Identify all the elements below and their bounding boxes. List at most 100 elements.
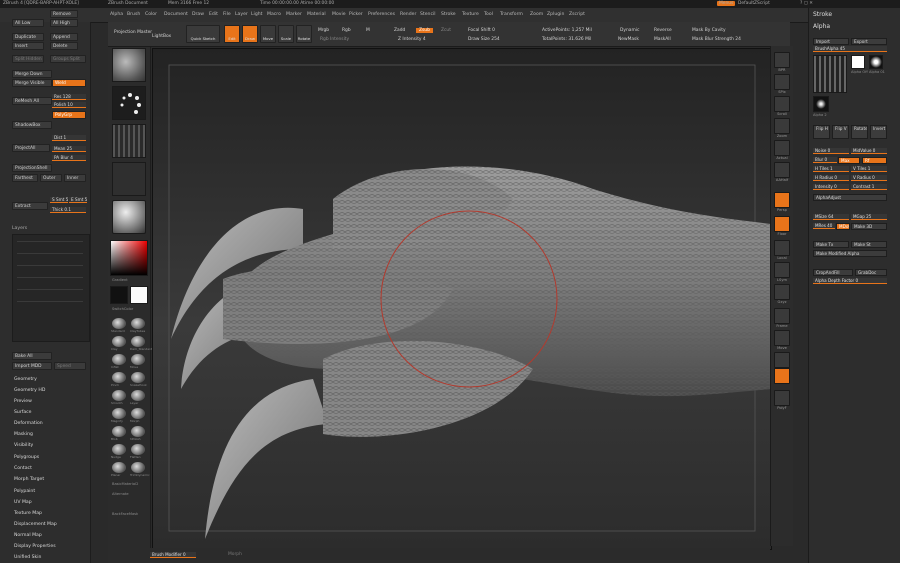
lightbox-button[interactable]: LightBox bbox=[152, 34, 171, 39]
lsym-button[interactable] bbox=[774, 262, 790, 278]
texture-thumbnail[interactable] bbox=[112, 162, 146, 196]
midvalue-slider[interactable]: MidValue 0 bbox=[851, 148, 887, 154]
h-tiles-slider[interactable]: H Tiles 1 bbox=[813, 166, 849, 172]
move-button[interactable]: Move bbox=[260, 25, 276, 43]
all-high-button[interactable]: All High bbox=[50, 19, 78, 27]
floor-button[interactable] bbox=[774, 216, 790, 232]
menu-file[interactable]: File bbox=[223, 12, 231, 17]
menu-transform[interactable]: Transform bbox=[500, 12, 523, 17]
menu-alpha[interactable]: Alpha bbox=[110, 12, 123, 17]
zadd-button[interactable]: Zadd bbox=[394, 28, 405, 33]
menu-draw[interactable]: Draw bbox=[192, 12, 204, 17]
menu-movie[interactable]: Movie bbox=[332, 12, 346, 17]
dynamic-button[interactable]: Dynamic bbox=[620, 28, 639, 33]
focal-shift-slider[interactable]: Focal Shift 0 bbox=[468, 28, 495, 33]
intensity-slider[interactable]: Intensity 0 bbox=[813, 184, 849, 190]
persp-button[interactable] bbox=[774, 192, 790, 208]
draw-button[interactable]: Draw bbox=[242, 25, 258, 43]
rf-toggle[interactable]: Rf bbox=[862, 157, 887, 164]
menu-masking[interactable]: Masking bbox=[14, 432, 33, 437]
brush-thumb[interactable] bbox=[112, 444, 126, 455]
brush-thumb[interactable] bbox=[131, 390, 145, 401]
mask-by-cavity-button[interactable]: Mask By Cavity bbox=[692, 28, 726, 33]
mask-blur-strength-slider[interactable]: Mask Blur Strength 24 bbox=[692, 37, 741, 42]
rgb-intensity-slider[interactable]: Rgb Intensity bbox=[320, 37, 349, 42]
menu-surface[interactable]: Surface bbox=[14, 410, 32, 415]
rgb-button[interactable]: Rgb bbox=[342, 28, 351, 33]
color-picker[interactable] bbox=[110, 240, 148, 276]
extract-button[interactable]: Extract bbox=[12, 202, 48, 210]
menu-stroke[interactable]: Stroke bbox=[441, 12, 456, 17]
menu-zscript[interactable]: Zscript bbox=[569, 12, 585, 17]
menu-visibility[interactable]: Visibility bbox=[14, 443, 33, 448]
alternate-label[interactable]: Alternate bbox=[112, 492, 129, 496]
projection-shell-slider[interactable]: ProjectionShell bbox=[12, 164, 52, 172]
brush-thumb[interactable] bbox=[112, 336, 126, 347]
stroke-palette-title[interactable]: Stroke bbox=[813, 11, 832, 18]
mean-slider[interactable]: Mean 25 bbox=[52, 146, 86, 152]
brush-thumb[interactable] bbox=[112, 372, 126, 383]
menu-morph-target[interactable]: Morph Target bbox=[14, 477, 44, 482]
menu-displacement-map[interactable]: Displacement Map bbox=[14, 522, 57, 527]
bake-all-button[interactable]: Bake All bbox=[12, 352, 52, 360]
make-3d-button[interactable]: Make 3D bbox=[851, 223, 887, 230]
remove-button[interactable]: Remove bbox=[50, 10, 78, 18]
brush-thumb[interactable] bbox=[131, 336, 145, 347]
menu-macro[interactable]: Macro bbox=[267, 12, 281, 17]
h-radius-slider[interactable]: H Radius 0 bbox=[813, 175, 849, 181]
menu-normal-map[interactable]: Normal Map bbox=[14, 533, 42, 538]
brush-thumb[interactable] bbox=[131, 462, 145, 473]
menu-texture[interactable]: Texture bbox=[462, 12, 479, 17]
rotate-alpha-button[interactable]: Rotate bbox=[851, 125, 868, 139]
inner-button[interactable]: Inner bbox=[64, 174, 86, 182]
menu-uv-map[interactable]: UV Map bbox=[14, 500, 32, 505]
projection-master-button[interactable]: Projection Master bbox=[114, 30, 152, 35]
stroke-thumbnail[interactable] bbox=[112, 86, 146, 120]
menus-toggle[interactable]: Menus bbox=[717, 1, 736, 6]
groups-split-button[interactable]: Groups Split bbox=[50, 55, 86, 63]
zoom-button[interactable] bbox=[774, 118, 790, 134]
help-icon[interactable]: ? ▢ ✕ bbox=[800, 1, 813, 6]
backface-mask-label[interactable]: BackFaceMask bbox=[112, 512, 138, 516]
menu-contact[interactable]: Contact bbox=[14, 466, 32, 471]
menu-render[interactable]: Render bbox=[400, 12, 416, 17]
flip-h-button[interactable]: Flip H bbox=[813, 125, 830, 139]
brush-thumb[interactable] bbox=[131, 318, 145, 329]
brush-thumb[interactable] bbox=[131, 444, 145, 455]
edit-button[interactable]: Edit bbox=[224, 25, 240, 43]
layers-list[interactable] bbox=[12, 234, 90, 342]
local-button[interactable] bbox=[774, 240, 790, 256]
menu-polypaint[interactable]: Polypaint bbox=[14, 489, 35, 494]
maskall-button[interactable]: MaskAll bbox=[654, 37, 671, 42]
mres-slider[interactable]: MRes 40 bbox=[813, 223, 835, 229]
draw-size-slider[interactable]: Draw Size 254 bbox=[468, 37, 500, 42]
aahalf-button[interactable] bbox=[774, 162, 790, 178]
brush-thumb[interactable] bbox=[112, 426, 126, 437]
menu-preview[interactable]: Preview bbox=[14, 399, 32, 404]
noise-slider[interactable]: Noise 0 bbox=[813, 148, 849, 154]
pa-blur-slider[interactable]: PA Blur 4 bbox=[52, 155, 86, 161]
alpha-2-thumb[interactable] bbox=[813, 96, 829, 112]
menu-color[interactable]: Color bbox=[145, 12, 157, 17]
menu-preferences[interactable]: Preferences bbox=[368, 12, 395, 17]
alpha-01-thumb[interactable] bbox=[869, 55, 883, 69]
remesh-all-button[interactable]: ReMesh All bbox=[12, 97, 52, 105]
polygrp-toggle[interactable]: PolyGrp bbox=[52, 111, 86, 119]
menu-deformation[interactable]: Deformation bbox=[14, 421, 43, 426]
shadowbox-button[interactable]: ShadowBox bbox=[12, 121, 52, 129]
res-slider[interactable]: Res 128 bbox=[52, 94, 86, 100]
mrgb-button[interactable]: Mrgb bbox=[318, 28, 329, 33]
append-button[interactable]: Append bbox=[50, 33, 78, 41]
merge-visible-button[interactable]: Merge Visible bbox=[12, 79, 52, 87]
insert-button[interactable]: Insert bbox=[12, 42, 44, 50]
switch-color-label[interactable]: SwitchColor bbox=[112, 307, 133, 311]
delete-button[interactable]: Delete bbox=[50, 42, 78, 50]
menu-picker[interactable]: Picker bbox=[349, 12, 363, 17]
flip-v-button[interactable]: Flip V bbox=[832, 125, 849, 139]
alpha-palette-title[interactable]: Alpha bbox=[813, 23, 830, 30]
spix-button[interactable] bbox=[774, 74, 790, 90]
duplicate-button[interactable]: Duplicate bbox=[12, 33, 44, 41]
s-smt-slider[interactable]: S Smt 5 bbox=[50, 197, 68, 203]
menu-tool[interactable]: Tool bbox=[484, 12, 493, 17]
reverse-button[interactable]: Reverse bbox=[654, 28, 672, 33]
